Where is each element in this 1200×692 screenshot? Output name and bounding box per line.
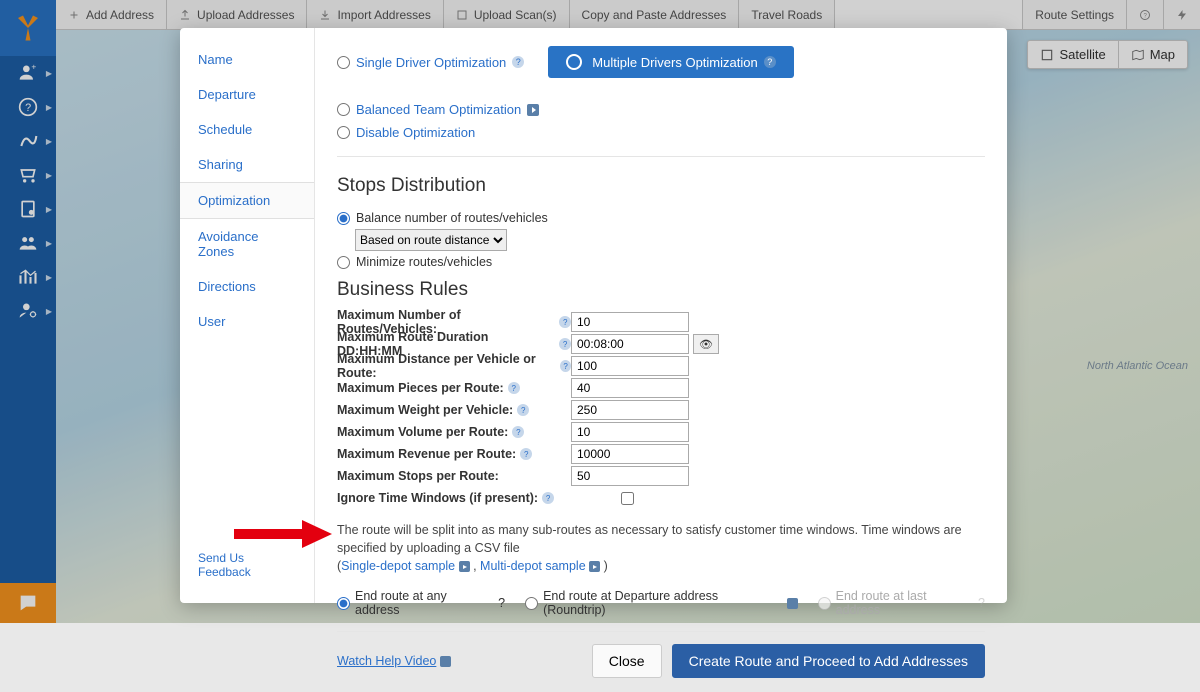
end-roundtrip-option[interactable]: End route at Departure address (Roundtri… bbox=[525, 589, 798, 617]
route-settings-modal: Name Departure Schedule Sharing Optimiza… bbox=[180, 28, 1007, 603]
disable-optimization-option[interactable]: Disable Optimization bbox=[337, 125, 475, 140]
travel-roads-button[interactable]: Travel Roads bbox=[739, 0, 835, 29]
help-icon[interactable]: ? bbox=[1126, 0, 1163, 29]
import-addresses-button[interactable]: Import Addresses bbox=[307, 0, 443, 29]
business-rules-heading: Business Rules bbox=[337, 279, 985, 301]
max-pieces-label: Maximum Pieces per Route:? bbox=[337, 381, 571, 395]
satellite-toggle[interactable]: Satellite bbox=[1028, 41, 1118, 68]
tab-departure[interactable]: Departure bbox=[180, 77, 314, 112]
max-distance-label: Maximum Distance per Vehicle or Route:? bbox=[337, 352, 571, 380]
upload-scans-button[interactable]: Upload Scan(s) bbox=[444, 0, 570, 29]
single-depot-link[interactable]: Single-depot sample bbox=[341, 559, 469, 573]
play-icon bbox=[589, 561, 600, 572]
play-icon bbox=[787, 598, 798, 609]
copy-paste-button[interactable]: Copy and Paste Addresses bbox=[570, 0, 740, 29]
tab-sharing[interactable]: Sharing bbox=[180, 147, 314, 182]
max-volume-input[interactable] bbox=[571, 422, 689, 442]
max-duration-input[interactable] bbox=[571, 334, 689, 354]
stops-distribution-heading: Stops Distribution bbox=[337, 175, 985, 197]
tab-schedule[interactable]: Schedule bbox=[180, 112, 314, 147]
map-toggle[interactable]: Map bbox=[1119, 41, 1187, 68]
tab-directions[interactable]: Directions bbox=[180, 269, 314, 304]
svg-text:?: ? bbox=[25, 102, 31, 114]
time-windows-help: The route will be split into as many sub… bbox=[337, 521, 985, 575]
info-icon: ? bbox=[559, 338, 571, 350]
max-pieces-input[interactable] bbox=[571, 378, 689, 398]
multiple-drivers-option[interactable]: Multiple Drivers Optimization? bbox=[548, 46, 793, 78]
app-sidebar: +▶ ?▶ ▶ ▶ ▶ ▶ ▶ ▶ bbox=[0, 0, 56, 623]
balanced-team-option[interactable]: Balanced Team Optimization bbox=[337, 102, 539, 117]
max-stops-input[interactable] bbox=[571, 466, 689, 486]
info-icon: ? bbox=[542, 492, 554, 504]
info-icon: ? bbox=[764, 56, 776, 68]
add-address-button[interactable]: Add Address bbox=[56, 0, 167, 29]
upload-addresses-button[interactable]: Upload Addresses bbox=[167, 0, 307, 29]
time-picker-icon[interactable]: 👁 bbox=[693, 334, 719, 354]
watch-help-link[interactable]: Watch Help Video bbox=[337, 654, 451, 668]
ignore-time-windows-checkbox[interactable] bbox=[621, 492, 634, 505]
top-toolbar: Add Address Upload Addresses Import Addr… bbox=[56, 0, 1200, 30]
max-revenue-input[interactable] bbox=[571, 444, 689, 464]
info-icon: ? bbox=[560, 360, 571, 372]
multi-depot-link[interactable]: Multi-depot sample bbox=[480, 559, 600, 573]
minimize-routes-option[interactable]: Minimize routes/vehicles bbox=[337, 255, 492, 269]
info-icon: ? bbox=[498, 596, 505, 610]
nav-help-icon[interactable]: ?▶ bbox=[0, 90, 56, 124]
play-icon bbox=[527, 104, 539, 116]
nav-cart-icon[interactable]: ▶ bbox=[0, 158, 56, 192]
info-icon: ? bbox=[517, 404, 529, 416]
max-volume-label: Maximum Volume per Route:? bbox=[337, 425, 571, 439]
max-routes-input[interactable] bbox=[571, 312, 689, 332]
play-icon bbox=[440, 656, 451, 667]
nav-settings-user-icon[interactable]: ▶ bbox=[0, 294, 56, 328]
info-icon: ? bbox=[520, 448, 532, 460]
balance-mode-select[interactable]: Based on route distance bbox=[355, 229, 507, 251]
send-feedback-link[interactable]: Send Us Feedback bbox=[180, 541, 314, 589]
max-distance-input[interactable] bbox=[571, 356, 689, 376]
ignore-time-windows-label: Ignore Time Windows (if present):? bbox=[337, 491, 571, 505]
map-label: North Atlantic Ocean bbox=[1087, 360, 1188, 372]
map-view-toggle: Satellite Map bbox=[1027, 40, 1188, 69]
max-weight-label: Maximum Weight per Vehicle:? bbox=[337, 403, 571, 417]
single-driver-option[interactable]: Single Driver Optimization? bbox=[337, 55, 524, 70]
info-icon: ? bbox=[512, 426, 524, 438]
create-route-button[interactable]: Create Route and Proceed to Add Addresse… bbox=[672, 644, 985, 678]
nav-add-user-icon[interactable]: +▶ bbox=[0, 56, 56, 90]
modal-body: Single Driver Optimization? Multiple Dri… bbox=[315, 28, 1007, 603]
tab-optimization[interactable]: Optimization bbox=[180, 182, 314, 219]
play-icon bbox=[459, 561, 470, 572]
svg-text:+: + bbox=[31, 63, 36, 72]
bolt-icon[interactable] bbox=[1163, 0, 1200, 29]
end-last-address-option[interactable]: End route at last address? bbox=[818, 589, 985, 617]
app-logo[interactable] bbox=[0, 0, 56, 56]
nav-team-icon[interactable]: ▶ bbox=[0, 226, 56, 260]
info-icon: ? bbox=[559, 316, 571, 328]
max-revenue-label: Maximum Revenue per Route:? bbox=[337, 447, 571, 461]
route-settings-button[interactable]: Route Settings bbox=[1022, 0, 1126, 29]
info-icon: ? bbox=[508, 382, 520, 394]
tab-name[interactable]: Name bbox=[180, 42, 314, 77]
close-button[interactable]: Close bbox=[592, 644, 662, 678]
balance-routes-option[interactable]: Balance number of routes/vehicles bbox=[337, 211, 548, 225]
max-stops-label: Maximum Stops per Route: bbox=[337, 469, 571, 483]
nav-analytics-icon[interactable]: ▶ bbox=[0, 260, 56, 294]
info-icon: ? bbox=[978, 596, 985, 610]
nav-chat-icon[interactable] bbox=[0, 583, 56, 623]
tab-user[interactable]: User bbox=[180, 304, 314, 339]
nav-route-icon[interactable]: ▶ bbox=[0, 124, 56, 158]
max-weight-input[interactable] bbox=[571, 400, 689, 420]
tab-avoidance-zones[interactable]: Avoidance Zones bbox=[180, 219, 314, 269]
modal-sidebar: Name Departure Schedule Sharing Optimiza… bbox=[180, 28, 315, 603]
info-icon: ? bbox=[512, 56, 524, 68]
end-any-address-option[interactable]: End route at any address? bbox=[337, 589, 505, 617]
nav-addressbook-icon[interactable]: ▶ bbox=[0, 192, 56, 226]
